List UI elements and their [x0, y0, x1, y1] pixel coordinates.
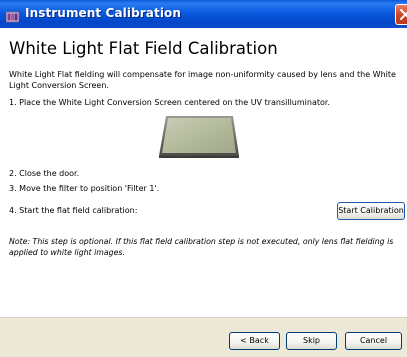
window-title: Instrument Calibration [25, 6, 182, 20]
intro-text: White Light Flat fielding will compensat… [9, 70, 396, 90]
step-1-text: 1. Place the White Light Conversion Scre… [9, 98, 330, 107]
white-light-conversion-screen-image [159, 114, 239, 158]
start-calibration-button[interactable]: Start Calibration [337, 202, 405, 220]
title-bar[interactable]: Instrument Calibration [0, 0, 407, 28]
close-button[interactable] [395, 4, 407, 25]
calibration-window: Instrument Calibration White Light Flat … [0, 0, 407, 357]
step-2-text: 2. Close the door. [9, 169, 80, 178]
cancel-button[interactable]: Cancel [345, 332, 402, 350]
note-text: Note: This step is optional. If this fla… [9, 237, 394, 257]
step-3-text: 3. Move the filter to position 'Filter 1… [9, 184, 160, 193]
page-title: White Light Flat Field Calibration [9, 39, 278, 58]
skip-button[interactable]: Skip [286, 332, 337, 350]
app-icon [5, 8, 20, 23]
back-button[interactable]: < Back [229, 332, 280, 350]
